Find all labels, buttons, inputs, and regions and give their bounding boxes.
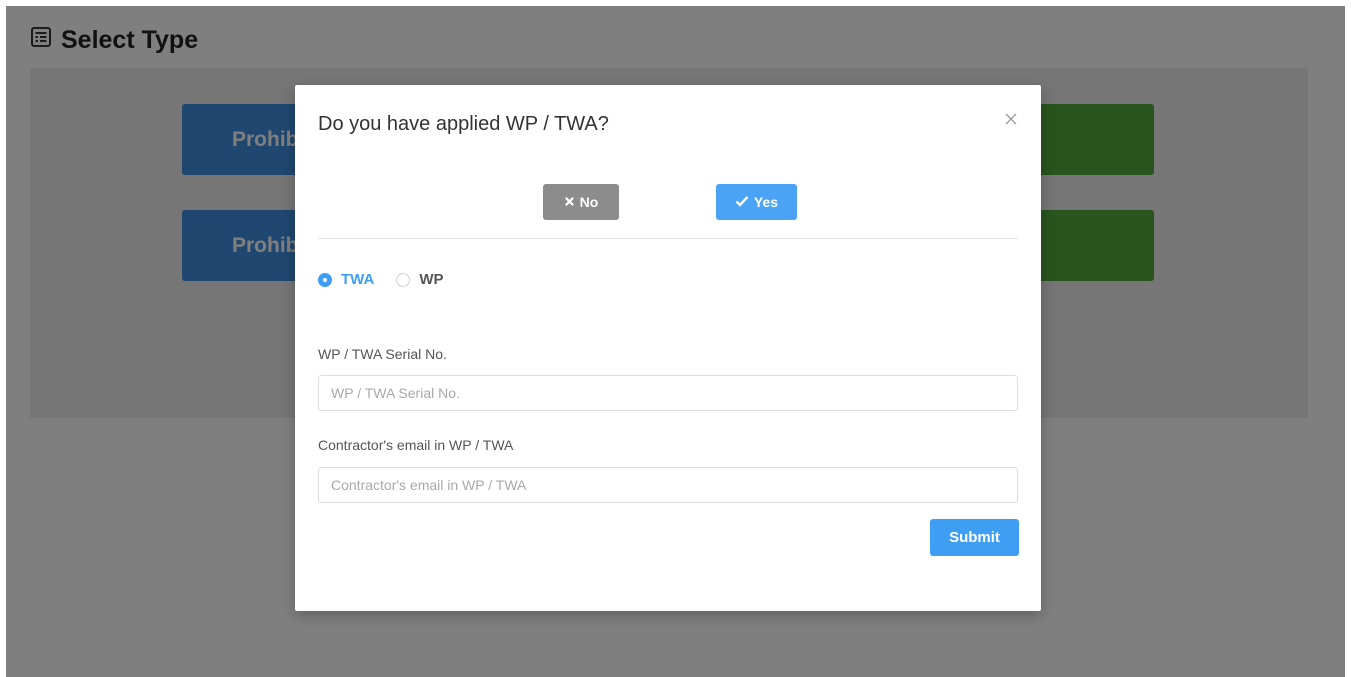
email-label: Contractor's email in WP / TWA xyxy=(318,437,514,453)
submit-button[interactable]: Submit xyxy=(930,519,1019,556)
check-icon xyxy=(735,194,749,210)
radio-indicator xyxy=(318,272,332,287)
radio-indicator xyxy=(396,272,411,287)
close-icon[interactable] xyxy=(1003,111,1019,127)
modal-title: Do you have applied WP / TWA? xyxy=(318,113,609,135)
serial-label: WP / TWA Serial No. xyxy=(318,346,447,362)
times-icon xyxy=(564,194,575,210)
radio-wp[interactable]: WP xyxy=(396,271,444,288)
app-frame: Select Type Prohib Prohib Do you have ap… xyxy=(6,6,1345,677)
wp-twa-modal: Do you have applied WP / TWA? No Yes TWA… xyxy=(295,85,1041,611)
yes-button[interactable]: Yes xyxy=(716,184,797,220)
no-button[interactable]: No xyxy=(543,184,619,220)
type-radio-group: TWA WP xyxy=(318,271,444,288)
email-input[interactable] xyxy=(318,467,1018,503)
serial-input[interactable] xyxy=(318,375,1018,411)
modal-divider xyxy=(318,238,1018,239)
radio-twa[interactable]: TWA xyxy=(318,271,374,288)
